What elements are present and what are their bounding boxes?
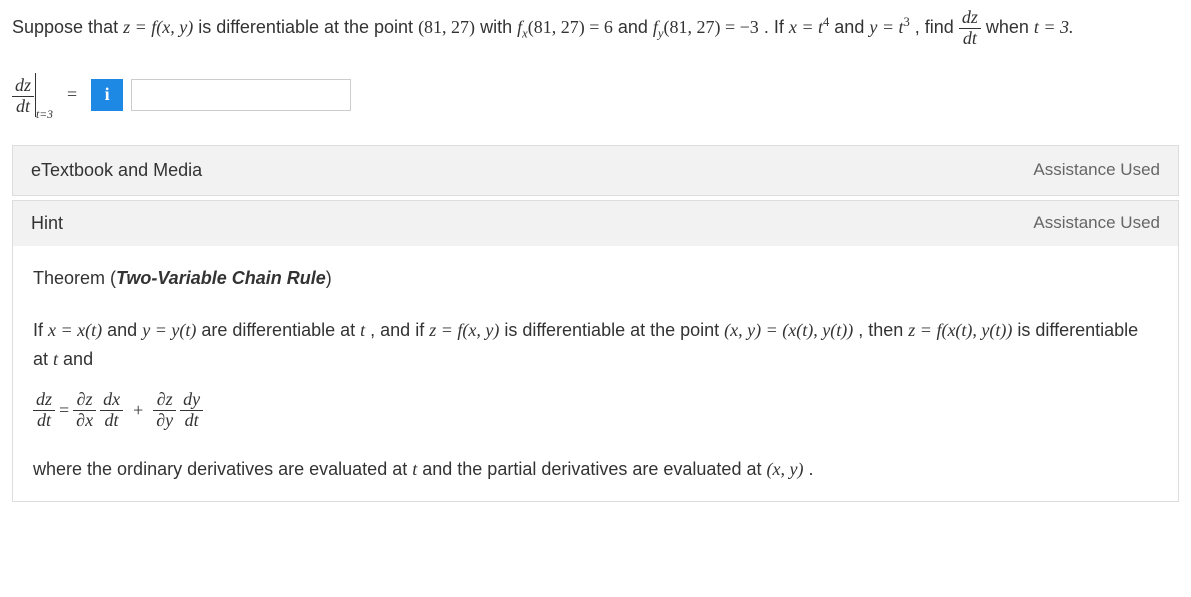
eq-pz1: ∂z: [73, 390, 96, 411]
q-point: (81, 27): [418, 17, 475, 37]
info-icon[interactable]: i: [91, 79, 123, 111]
eq-dt3: dt: [180, 411, 203, 431]
etextbook-title: eTextbook and Media: [31, 160, 202, 181]
p1e: are differentiable at: [201, 320, 360, 340]
q-and2: and: [834, 17, 869, 37]
q-prefix: Suppose that: [12, 17, 123, 37]
p1b: x = x(t): [48, 320, 102, 340]
dzdt-eval: dz dt t=3: [12, 73, 53, 117]
p1a: If: [33, 320, 48, 340]
p2a: where the ordinary derivatives are evalu…: [33, 459, 412, 479]
q-yeq: y = t: [869, 17, 903, 37]
answer-row: dz dt t=3 = i: [12, 73, 1179, 117]
answer-input[interactable]: [131, 79, 351, 111]
q-xeq: x = t: [789, 17, 823, 37]
eq-dydt: dy dt: [180, 390, 203, 431]
eq-dxdt: dx dt: [100, 390, 123, 431]
hint-accordion: Hint Assistance Used Theorem (Two-Variab…: [12, 200, 1179, 503]
q-dz: dz: [959, 8, 981, 29]
eq-pz2: ∂z: [153, 390, 176, 411]
eq-py: ∂y: [153, 411, 176, 431]
p2t: t: [412, 459, 417, 479]
p1d: y = y(t): [142, 320, 196, 340]
q-mid2: with: [480, 17, 517, 37]
q-yexp: 3: [903, 15, 909, 29]
eq-dy: dy: [180, 390, 203, 411]
q-mid1: is differentiable at the point: [198, 17, 418, 37]
p1h: z = f(x, y): [429, 320, 499, 340]
q-dzdt: dz dt: [959, 8, 981, 49]
eq-dzdt: dz dt: [33, 390, 55, 431]
equals-sign: =: [67, 84, 77, 105]
eq-equals: =: [59, 396, 69, 425]
p1f: t: [360, 320, 365, 340]
eq-pzpy: ∂z ∂y: [153, 390, 176, 431]
etextbook-assistance: Assistance Used: [1033, 160, 1160, 180]
etextbook-header[interactable]: eTextbook and Media Assistance Used: [13, 146, 1178, 195]
eq-dx: dx: [100, 390, 123, 411]
thm-suffix: ): [326, 268, 332, 288]
q-and1: and: [618, 17, 653, 37]
eq-px: ∂x: [73, 411, 96, 431]
p1n: t: [53, 349, 58, 369]
ans-frac: dz dt: [12, 76, 34, 117]
ans-dt: dt: [12, 97, 34, 117]
thm-prefix: Theorem (: [33, 268, 116, 288]
p2c: .: [808, 459, 813, 479]
p1c: and: [107, 320, 142, 340]
eq-plus: +: [133, 396, 143, 425]
hint-header[interactable]: Hint Assistance Used: [13, 201, 1178, 246]
p1i: is differentiable at the point: [504, 320, 724, 340]
thm-name: Two-Variable Chain Rule: [116, 268, 326, 288]
q-xexp: 4: [823, 15, 829, 29]
q-fyargs: (81, 27) = −3: [664, 17, 759, 37]
hint-paragraph-1: If x = x(t) and y = y(t) are differentia…: [33, 316, 1158, 374]
q-mid3: . If: [764, 17, 789, 37]
p1l: z = f(x(t), y(t)): [908, 320, 1012, 340]
p1j: (x, y) = (x(t), y(t)): [724, 320, 853, 340]
p1k: , then: [858, 320, 908, 340]
q-tval: t = 3.: [1034, 17, 1074, 37]
ans-dz: dz: [12, 76, 34, 97]
hint-title: Hint: [31, 213, 63, 234]
eq-dt: dt: [33, 411, 55, 431]
hint-paragraph-2: where the ordinary derivatives are evalu…: [33, 455, 1158, 484]
q-fxargs: (81, 27) = 6: [528, 17, 613, 37]
hint-assistance: Assistance Used: [1033, 213, 1160, 233]
chain-rule-equation: dz dt = ∂z ∂x dx dt + ∂z ∂y dy dt: [33, 390, 1158, 431]
etextbook-accordion: eTextbook and Media Assistance Used: [12, 145, 1179, 196]
eq-pzpx: ∂z ∂x: [73, 390, 96, 431]
p1g: , and if: [370, 320, 429, 340]
hint-content: Theorem (Two-Variable Chain Rule) If x =…: [13, 246, 1178, 502]
eq-dz: dz: [33, 390, 55, 411]
q-mid4: , find: [915, 17, 959, 37]
eq-dt2: dt: [100, 411, 123, 431]
question-text: Suppose that z = f(x, y) is differentiab…: [12, 8, 1179, 49]
q-zeq: z = f(x, y): [123, 17, 193, 37]
p2xy: (x, y): [766, 459, 803, 479]
q-dt: dt: [959, 29, 981, 49]
p2b: and the partial derivatives are evaluate…: [422, 459, 766, 479]
theorem-title: Theorem (Two-Variable Chain Rule): [33, 264, 1158, 293]
p1o: and: [63, 349, 93, 369]
q-when: when: [986, 17, 1034, 37]
ans-sub: t=3: [36, 108, 53, 121]
